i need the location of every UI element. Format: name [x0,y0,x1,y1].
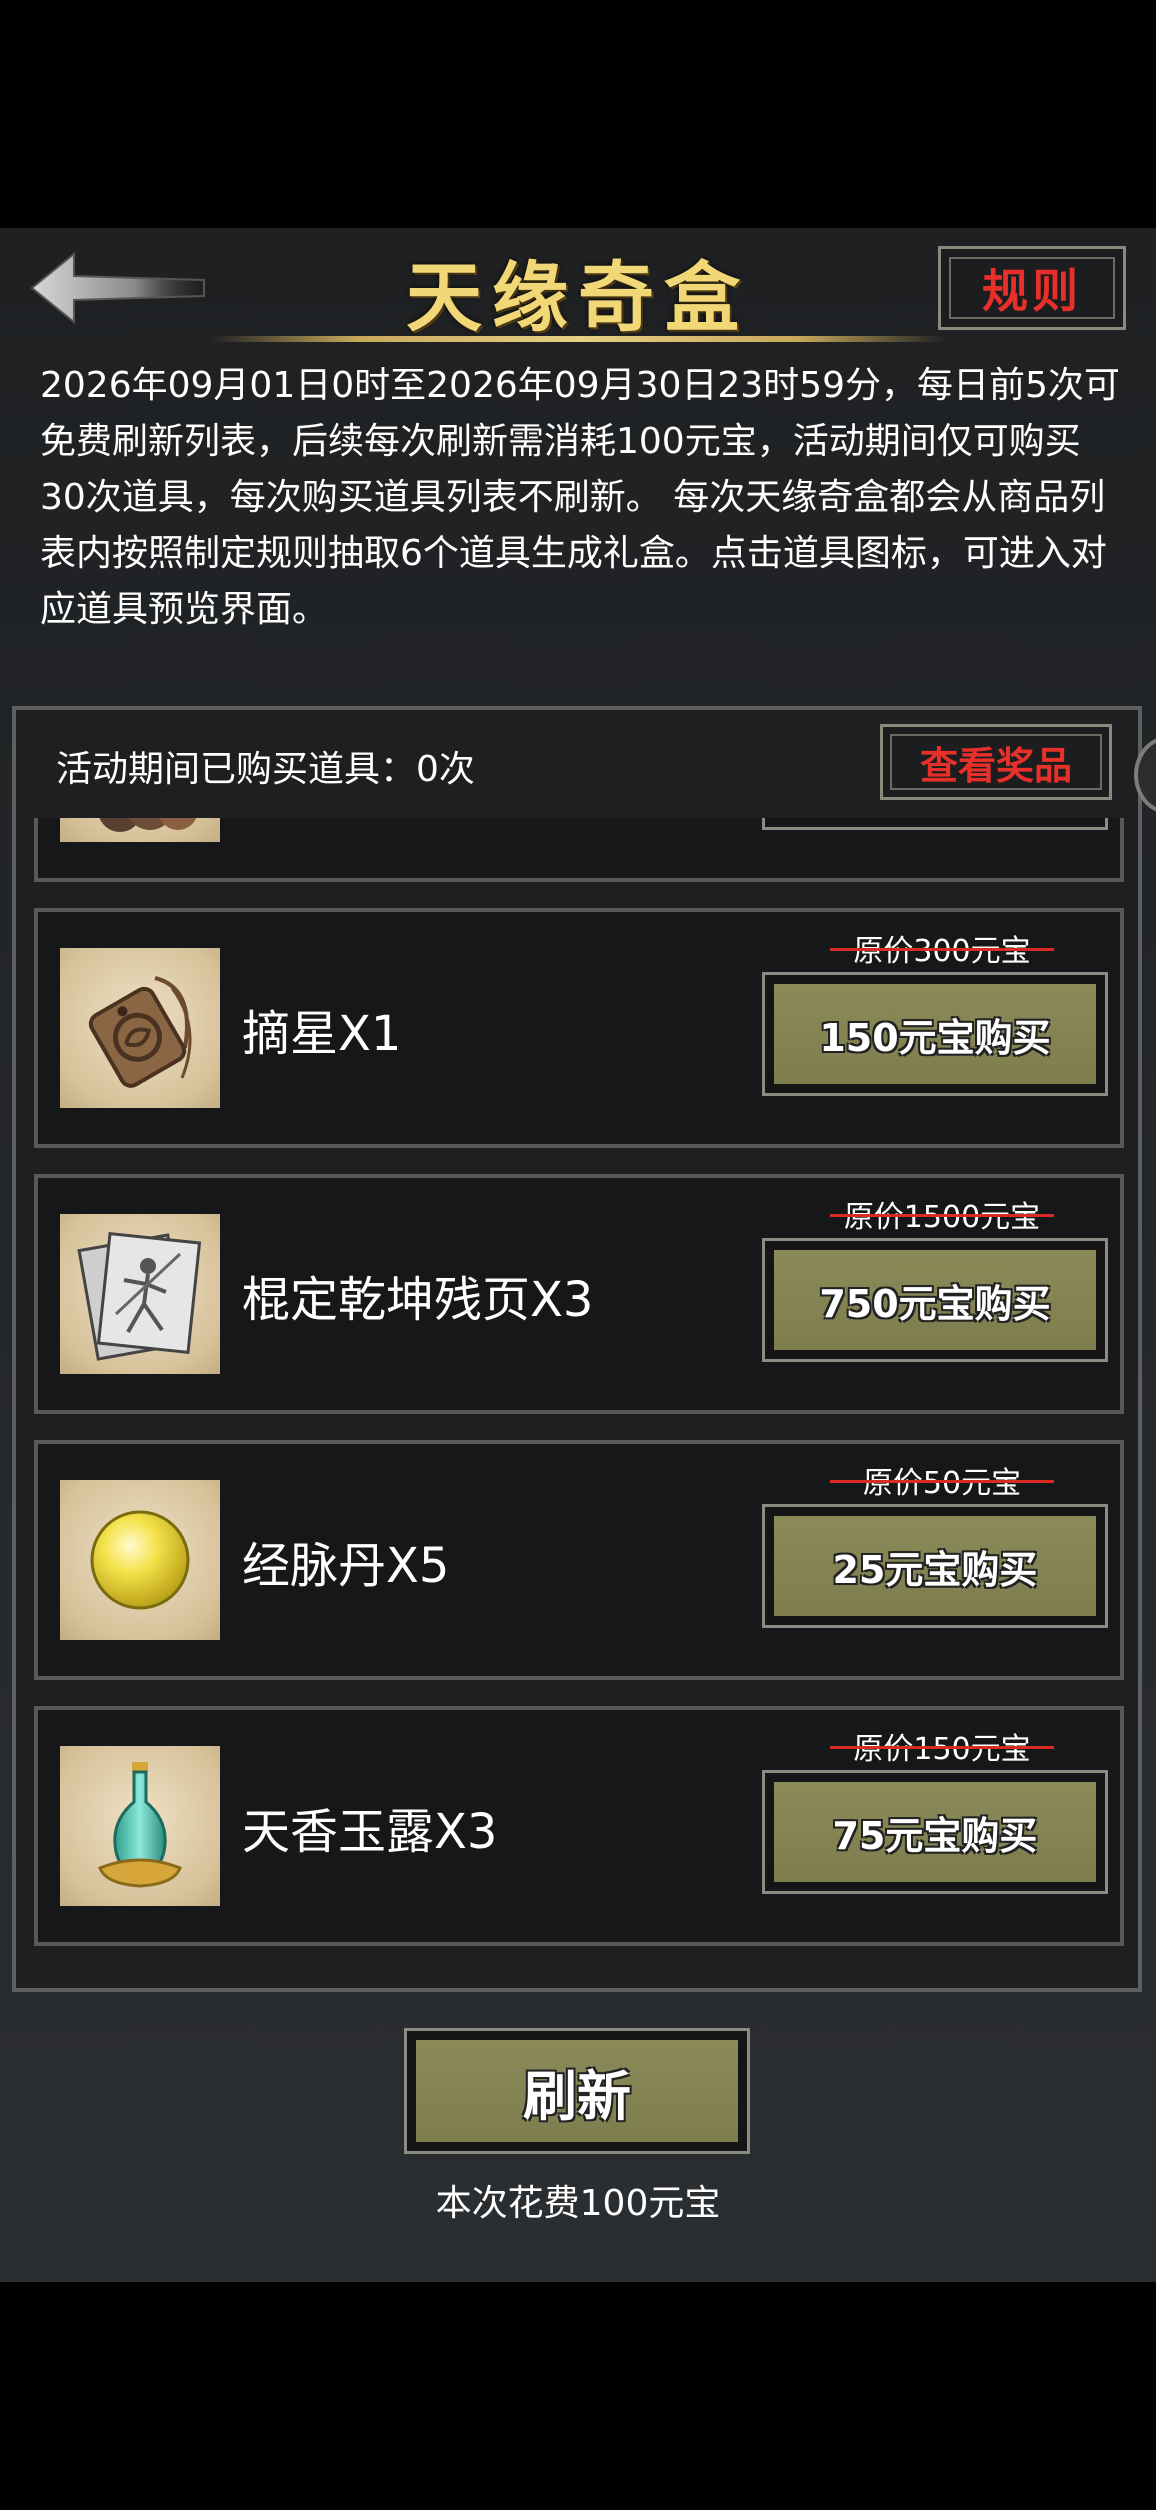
rules-button-label: 规则 [949,257,1115,319]
original-price-text: 原价1500元宝 [843,1200,1041,1235]
item-name: 棍定乾坤残页X3 [242,1272,594,1328]
list-item: 摘星X1 原价300元宝 150元宝购买 [34,908,1124,1148]
view-prizes-label: 查看奖品 [890,734,1102,790]
item-name: 经脉丹X5 [242,1538,450,1594]
buy-button[interactable]: 150元宝购买 [762,972,1108,1096]
buy-button-label: 750元宝购买 [774,1250,1096,1350]
event-description: 2026年09月01日0时至2026年09月30日23时59分，每日前5次可免费… [40,365,1120,630]
refresh-button-label: 刷新 [416,2040,738,2142]
list-item [34,818,1124,882]
price-strikethrough [830,1214,1054,1217]
item-icon[interactable] [60,1480,220,1640]
game-screen: 天缘奇盒 规则 2026年09月01日0时至2026年09月30日23时59分，… [0,228,1156,2282]
item-list[interactable]: 摘星X1 原价300元宝 150元宝购买 棍定乾坤残页X3 原价1500元宝 7… [34,818,1124,1976]
item-name: 摘星X1 [242,1006,402,1062]
token-pendant-icon [88,976,192,1088]
list-item: 经脉丹X5 原价50元宝 25元宝购买 [34,1440,1124,1680]
buy-button[interactable]: 750元宝购买 [762,1238,1108,1362]
original-price-text: 原价150元宝 [853,1732,1031,1767]
list-item: 天香玉露X3 原价150元宝 75元宝购买 [34,1706,1124,1946]
cloud-ornament-icon [99,818,197,832]
side-handle-icon[interactable] [1134,736,1156,814]
item-icon[interactable] [60,948,220,1108]
refresh-button[interactable]: 刷新 [404,2028,750,2154]
list-item: 棍定乾坤残页X3 原价1500元宝 750元宝购买 [34,1174,1124,1414]
purchase-count: 活动期间已购买道具：0次 [56,749,475,790]
original-price: 原价150元宝 [822,1724,1062,1768]
title-underline [210,336,946,342]
price-strikethrough [830,1480,1054,1483]
original-price: 原价1500元宝 [822,1192,1062,1236]
item-name: 天香玉露X3 [242,1804,498,1860]
buy-button-label: 75元宝购买 [774,1782,1096,1882]
buy-button[interactable]: 75元宝购买 [762,1770,1108,1894]
refresh-cost: 本次花费100元宝 [435,2183,721,2224]
price-strikethrough [830,948,1054,951]
original-price: 原价50元宝 [822,1458,1062,1502]
view-prizes-button[interactable]: 查看奖品 [880,724,1112,800]
scroll-pages-icon [77,1231,202,1361]
item-icon[interactable] [60,1746,220,1906]
buy-button-label: 150元宝购买 [774,984,1096,1084]
item-icon[interactable] [60,1214,220,1374]
shop-panel: 活动期间已购买道具：0次 查看奖品 摘星X1 原价300元宝 150元宝购买 棍… [12,706,1156,1992]
original-price-text: 原价300元宝 [853,934,1031,969]
jade-vase-icon [98,1762,182,1888]
item-icon[interactable] [60,818,220,842]
buy-button[interactable]: 25元宝购买 [762,1504,1108,1628]
buy-button[interactable] [762,818,1108,830]
buy-button-label: 25元宝购买 [774,1516,1096,1616]
original-price-text: 原价50元宝 [862,1466,1022,1501]
price-strikethrough [830,1746,1054,1749]
yellow-pill-icon [90,1510,190,1610]
original-price: 原价300元宝 [822,926,1062,970]
rules-button[interactable]: 规则 [938,246,1126,330]
